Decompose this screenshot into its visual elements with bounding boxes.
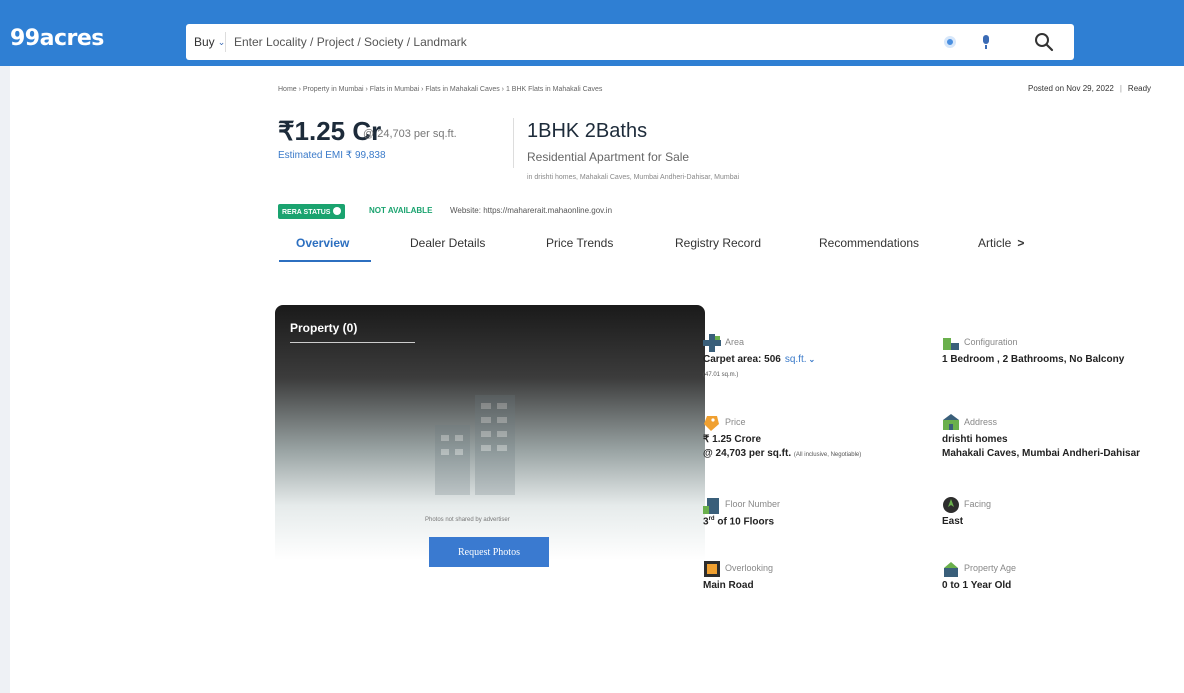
area-sqm-value: (47.01 sq.m.) [703, 372, 739, 378]
active-tab-indicator [279, 260, 371, 262]
listing-location: in drishti homes, Mahakali Caves, Mumbai… [527, 174, 740, 181]
floor-label: Floor Number [725, 499, 781, 509]
ready-status: Ready [1127, 84, 1152, 93]
configuration-value: 1 Bedroom , 2 Bathrooms, No Balcony [942, 354, 1125, 365]
buy-dropdown[interactable]: Buy ⌄ [186, 32, 226, 52]
listing-type: Residential Apartment for Sale [527, 150, 690, 164]
address-line2: Mahakali Caves, Mumbai Andheri-Dahisar [942, 448, 1141, 459]
overlooking-label: Overlooking [725, 563, 774, 573]
search-bar: Buy ⌄ [186, 24, 1074, 60]
configuration-label: Configuration [964, 337, 1018, 347]
location-icon[interactable] [944, 36, 956, 48]
address-label: Address [964, 417, 998, 427]
floor-total: of 10 Floors [717, 516, 775, 528]
price-value: ₹ 1.25 Crore [703, 434, 762, 445]
price-per-sqft: @ 24,703 per sq.ft. [363, 128, 457, 140]
window-icon [704, 561, 720, 577]
photo-title-underline [290, 342, 415, 343]
buy-label: Buy [194, 35, 215, 49]
area-unit-dropdown[interactable]: sq.ft. [785, 354, 807, 365]
breadcrumb[interactable]: Home › Property in Mumbai › Flats in Mum… [278, 86, 602, 93]
building-placeholder-icon [435, 395, 515, 495]
tab-registry-record[interactable]: Registry Record [675, 236, 761, 250]
facing-value: East [942, 516, 964, 527]
request-photos-button[interactable]: Request Photos [429, 537, 549, 567]
photo-count-title: Property (0) [290, 321, 358, 335]
posted-date: Posted on Nov 29, 2022 [1028, 84, 1114, 93]
compass-icon [943, 497, 959, 513]
rera-status-value: NOT AVAILABLE [369, 206, 433, 215]
posted-separator: | [1119, 84, 1122, 93]
tab-dealer-details[interactable]: Dealer Details [410, 236, 485, 250]
posted-info: Posted on Nov 29, 2022 | Ready [1028, 84, 1151, 93]
price-label: Price [725, 417, 746, 427]
listing-title: 1BHK 2Baths [527, 120, 648, 142]
bed-icon [943, 338, 959, 350]
tab-articles[interactable]: Article > [978, 236, 1024, 250]
price-tag-icon [704, 416, 719, 431]
facing-label: Facing [964, 499, 992, 509]
chevron-right-icon[interactable]: > [1017, 236, 1024, 250]
address-icon [943, 414, 959, 430]
price-rate-value: @ 24,703 per sq.ft. [703, 448, 792, 459]
area-label: Area [725, 337, 745, 347]
logo[interactable]: 99acres [10, 26, 104, 51]
divider [513, 118, 514, 168]
area-icon [703, 334, 721, 352]
tab-overview[interactable]: Overview [296, 236, 349, 250]
rera-website[interactable]: Website: https://maharerait.mahaonline.g… [450, 206, 612, 215]
floor-icon [703, 498, 719, 514]
rera-badge-label: RERA STATUS [282, 209, 331, 216]
search-icon[interactable] [1034, 32, 1054, 52]
area-value: Carpet area: 506 [703, 354, 781, 365]
overlooking-value: Main Road [703, 580, 754, 591]
tab-price-trends[interactable]: Price Trends [546, 236, 613, 250]
tab-recommendations[interactable]: Recommendations [819, 236, 919, 250]
price-rate-row: @ 24,703 per sq.ft. (All inclusive, Nego… [703, 448, 861, 459]
info-icon[interactable] [333, 207, 342, 215]
chevron-down-icon: ⌄ [217, 36, 226, 47]
estimated-emi-link[interactable]: Estimated EMI ₹ 99,838 [278, 150, 386, 161]
area-sqm: (47.01 sq.m.) [703, 368, 738, 379]
tab-articles-label: Article [978, 236, 1012, 250]
microphone-icon[interactable] [982, 35, 990, 49]
property-age-icon [944, 562, 958, 577]
floor-value-row: 3rd of 10 Floors [703, 516, 774, 527]
property-age-label: Property Age [964, 563, 1017, 573]
property-age-value: 0 to 1 Year Old [942, 580, 1012, 591]
area-value-row: Carpet area: 506 sq.ft. ⌄ [703, 354, 815, 365]
property-photo-panel: Property (0) Photos not shared by advert… [275, 305, 705, 670]
address-line1: drishti homes [942, 434, 1008, 445]
search-input[interactable] [234, 35, 894, 49]
rera-status-badge: RERA STATUS [278, 204, 346, 219]
price-note: (All inclusive, Negotiable) [793, 452, 862, 458]
top-header: 99acres Buy ⌄ [0, 0, 1184, 66]
chevron-down-icon[interactable]: ⌄ [809, 355, 816, 364]
photo-note: Photos not shared by advertiser [425, 517, 510, 523]
floor-suffix: rd [708, 516, 715, 522]
